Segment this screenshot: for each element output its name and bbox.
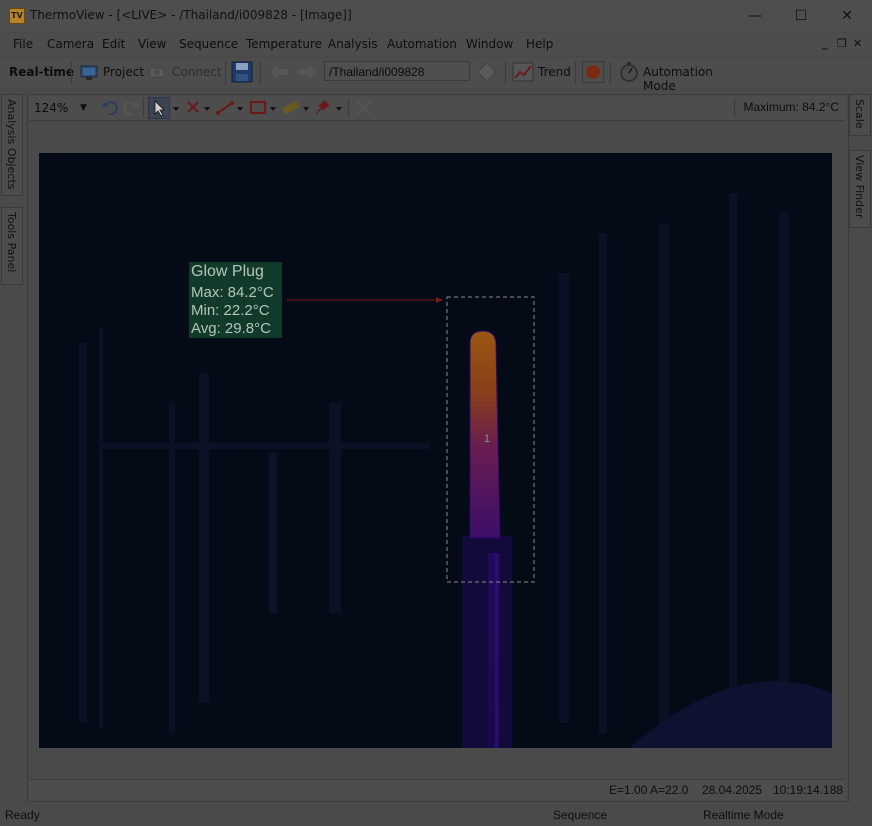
save-icon[interactable] bbox=[231, 61, 253, 83]
automation-mode-button[interactable]: Automation Mode bbox=[618, 61, 748, 93]
menu-temperature[interactable]: Temperature bbox=[246, 37, 322, 51]
app-icon: TV bbox=[9, 8, 25, 24]
trend-button[interactable]: Trend bbox=[512, 61, 571, 83]
mdi-restore-button[interactable]: ❐ bbox=[837, 37, 847, 50]
date-readout: 28.04.2025 bbox=[702, 783, 763, 797]
pin-icon[interactable] bbox=[314, 98, 344, 118]
status-sequence: Sequence bbox=[553, 808, 608, 822]
undo-icon[interactable] bbox=[101, 99, 119, 117]
time-readout: 10:19:14.188 bbox=[773, 783, 844, 797]
navigate-icon[interactable] bbox=[476, 61, 498, 83]
line-tool-icon[interactable] bbox=[215, 98, 245, 118]
zoom-select[interactable]: 124% ▼ bbox=[34, 99, 90, 117]
measurement-max: Max: 84.2°C bbox=[191, 284, 274, 301]
path-input[interactable]: /Thailand/i009828 bbox=[324, 61, 470, 81]
toolbar-separator bbox=[734, 98, 735, 118]
mdi-minimize-button[interactable]: _ bbox=[822, 37, 828, 50]
menu-sequence[interactable]: Sequence bbox=[179, 37, 238, 51]
menu-edit[interactable]: Edit bbox=[102, 37, 125, 51]
trend-chart-icon bbox=[512, 62, 534, 82]
mdi-close-button[interactable]: ✕ bbox=[853, 37, 862, 50]
measurement-name: Glow Plug bbox=[191, 263, 264, 280]
tab-analysis-objects[interactable]: Analysis Objects bbox=[1, 94, 23, 196]
rectangle-tool-icon[interactable] bbox=[248, 98, 278, 118]
toolbar-separator bbox=[610, 61, 611, 85]
thermal-image-canvas bbox=[79, 193, 832, 748]
maximum-readout: Maximum: 84.2°C bbox=[743, 100, 840, 114]
toolbar-separator bbox=[348, 98, 349, 118]
menu-view[interactable]: View bbox=[138, 37, 166, 51]
toolbar-separator bbox=[71, 61, 72, 85]
clear-icon[interactable] bbox=[354, 98, 374, 118]
redo-icon[interactable] bbox=[122, 99, 140, 117]
tab-tools-panel[interactable]: Tools Panel bbox=[1, 207, 23, 285]
project-button[interactable]: Project bbox=[79, 61, 145, 83]
delete-marker-icon[interactable] bbox=[185, 98, 213, 118]
trend-label: Trend bbox=[538, 65, 571, 79]
toolbar-separator bbox=[225, 61, 226, 85]
roi-number: 1 bbox=[484, 433, 491, 445]
project-label: Project bbox=[103, 65, 145, 79]
menu-window[interactable]: Window bbox=[466, 37, 513, 51]
emissivity-readout: E=1.00 A=22.0 bbox=[609, 783, 689, 797]
connect-label: Connect bbox=[172, 65, 222, 79]
toolbar-separator bbox=[260, 61, 261, 85]
forward-arrow-icon[interactable] bbox=[296, 62, 318, 82]
automation-mode-label: Automation Mode bbox=[643, 65, 713, 93]
toolbar-separator bbox=[505, 61, 506, 85]
tab-scale[interactable]: Scale bbox=[849, 94, 871, 136]
tab-view-finder[interactable]: View Finder bbox=[849, 150, 871, 228]
connect-icon bbox=[149, 67, 165, 78]
menu-help[interactable]: Help bbox=[526, 37, 553, 51]
status-mode: Realtime Mode bbox=[703, 808, 784, 822]
minimize-button[interactable]: — bbox=[735, 4, 775, 28]
menu-camera[interactable]: Camera bbox=[47, 37, 94, 51]
record-icon[interactable] bbox=[582, 61, 604, 83]
status-ready: Ready bbox=[5, 808, 40, 822]
back-arrow-icon[interactable] bbox=[268, 62, 290, 82]
menu-automation[interactable]: Automation bbox=[387, 37, 457, 51]
ruler-icon[interactable] bbox=[281, 98, 311, 118]
thermal-image[interactable]: 1 bbox=[39, 153, 832, 748]
connect-button[interactable]: Connect bbox=[147, 61, 222, 83]
measurement-min: Min: 22.2°C bbox=[191, 302, 270, 319]
chevron-down-icon: ▼ bbox=[80, 103, 87, 113]
toolbar-separator bbox=[143, 98, 144, 118]
select-pointer-icon[interactable] bbox=[148, 97, 182, 119]
toolbar-separator bbox=[575, 61, 576, 85]
menu-file[interactable]: File bbox=[13, 37, 33, 51]
realtime-label: Real-time bbox=[9, 65, 75, 79]
maximize-button[interactable]: ☐ bbox=[781, 4, 821, 28]
window-title: ThermoView - [<LIVE> - /Thailand/i009828… bbox=[30, 8, 352, 22]
menu-analysis[interactable]: Analysis bbox=[328, 37, 377, 51]
project-icon bbox=[80, 65, 98, 80]
measurement-avg: Avg: 29.8°C bbox=[191, 320, 271, 337]
stopwatch-icon bbox=[620, 62, 638, 82]
close-button[interactable]: ✕ bbox=[827, 4, 867, 28]
